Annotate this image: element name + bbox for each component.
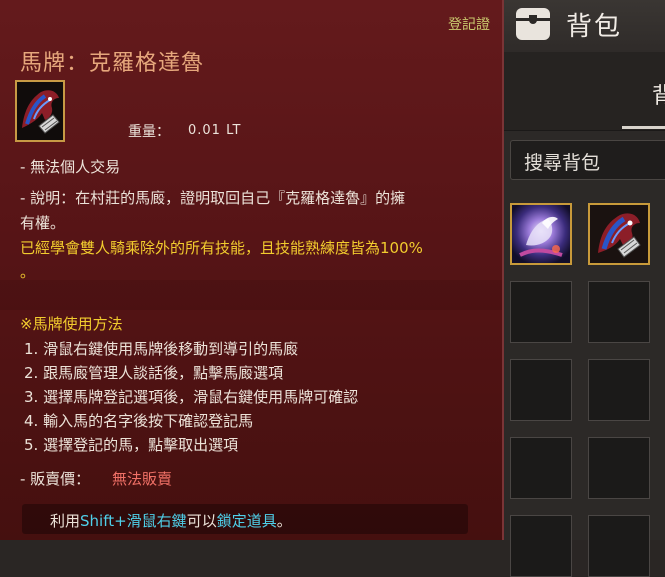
horse-medal-icon	[590, 205, 648, 263]
tab-active-indicator	[622, 126, 665, 129]
usage-step-2: 2. 跟馬廄管理人談話後，點擊馬廄選項	[24, 364, 284, 382]
item-name: 馬牌：克羅格達魯	[20, 51, 205, 76]
sell-price-label: - 販賣價：	[20, 470, 91, 488]
description-line-2: 有權。	[20, 214, 66, 232]
weight-value: 0.01 LT	[188, 123, 242, 138]
inventory-slot-10[interactable]	[588, 515, 650, 577]
item-category-tag: 登記證	[448, 17, 490, 33]
usage-step-4: 4. 輸入馬的名字後按下確認登記馬	[24, 412, 254, 430]
inventory-slot-7[interactable]	[510, 437, 572, 499]
item-icon-frame	[15, 80, 65, 142]
skill-note-line-2: 。	[20, 263, 36, 281]
inventory-title: 背包	[566, 12, 623, 42]
lock-hint-keys: Shift+滑鼠右鍵	[80, 512, 187, 530]
inventory-header: 背包	[500, 0, 665, 53]
lock-hint-suffix: 。	[276, 512, 292, 530]
lock-hint-action: 鎖定道具	[216, 512, 277, 530]
item-tooltip: 登記證 馬牌：克羅格達魯 重量： 0.01 LT - 無法個人交易 - 說明：在…	[0, 0, 504, 540]
search-placeholder: 搜尋背包	[524, 152, 601, 174]
search-input[interactable]: 搜尋背包	[510, 140, 665, 180]
inventory-slot-5[interactable]	[510, 359, 572, 421]
lock-hint-prefix: 利用	[50, 512, 81, 530]
inventory-slot-8[interactable]	[588, 437, 650, 499]
magic-mount-icon	[512, 205, 570, 263]
usage-step-1: 1. 滑鼠右鍵使用馬牌後移動到導引的馬廄	[24, 340, 299, 358]
no-trade-text: - 無法個人交易	[20, 158, 121, 176]
inventory-slot-3[interactable]	[510, 281, 572, 343]
horse-medal-icon	[17, 82, 63, 140]
tab-inventory[interactable]: 背	[652, 78, 665, 110]
lock-hint-middle: 可以	[186, 512, 217, 530]
inventory-slot-6[interactable]	[588, 359, 650, 421]
usage-step-5: 5. 選擇登記的馬，點擊取出選項	[24, 436, 239, 454]
weight-label: 重量：	[128, 124, 170, 140]
skill-note-line-1: 已經學會雙人騎乘除外的所有技能，且技能熟練度皆為100%	[20, 239, 423, 257]
inventory-slot-9[interactable]	[510, 515, 572, 577]
sell-price-value: 無法販賣	[112, 470, 173, 488]
inventory-slot-1[interactable]	[510, 203, 572, 265]
usage-title: ※馬牌使用方法	[20, 315, 123, 333]
lock-hint-text: 利用Shift+滑鼠右鍵可以鎖定道具。	[50, 510, 292, 531]
inventory-slot-2[interactable]	[588, 203, 650, 265]
bag-icon	[516, 8, 550, 40]
inventory-slot-4[interactable]	[588, 281, 650, 343]
inventory-tab-bar: 背	[500, 52, 665, 131]
usage-step-3: 3. 選擇馬牌登記選項後，滑鼠右鍵使用馬牌可確認	[24, 388, 359, 406]
description-line-1: - 說明：在村莊的馬廄，證明取回自己『克羅格達魯』的擁	[20, 189, 406, 207]
